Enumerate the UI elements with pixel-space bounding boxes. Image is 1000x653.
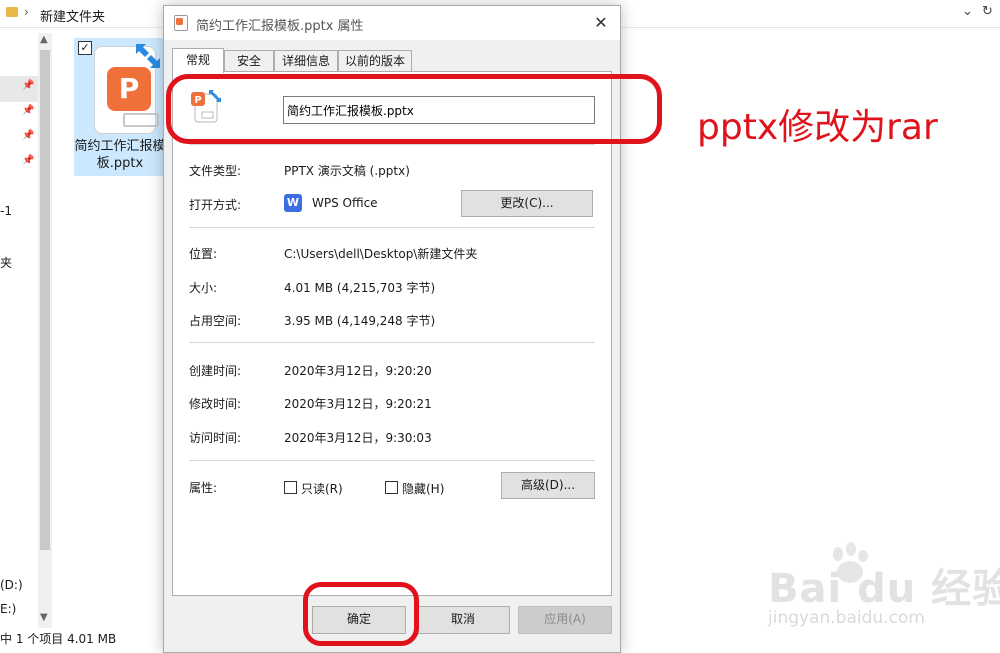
pin-icon: 📌 bbox=[22, 80, 35, 91]
close-icon[interactable]: ✕ bbox=[588, 11, 614, 35]
ok-button-highlight-annotation bbox=[303, 582, 419, 646]
pin-icon: 📌 bbox=[22, 155, 35, 166]
divider bbox=[189, 342, 595, 343]
refresh-icon[interactable]: ↻ bbox=[982, 4, 993, 19]
chevron-right-icon[interactable]: › bbox=[24, 5, 29, 19]
readonly-label[interactable]: 只读(R) bbox=[301, 480, 343, 497]
accessed-value: 2020年3月12日，9:30:03 bbox=[284, 431, 432, 445]
size-on-disk-value: 3.95 MB (4,149,248 字节) bbox=[284, 314, 436, 328]
tab-general[interactable]: 常规 bbox=[172, 48, 224, 73]
file-checkbox[interactable]: ✓ bbox=[78, 41, 92, 55]
ppt-logo-icon: P bbox=[107, 67, 151, 111]
pin-icon: 📌 bbox=[22, 130, 35, 141]
nav-item-1[interactable]: -1 bbox=[0, 204, 12, 218]
folder-icon bbox=[6, 7, 18, 17]
size-value: 4.01 MB (4,215,703 字节) bbox=[284, 281, 436, 295]
slide-icon bbox=[123, 113, 159, 127]
scrollbar-thumb[interactable] bbox=[40, 50, 50, 550]
watermark-url: jingyan.baidu.com bbox=[768, 608, 925, 628]
nav-item-drive-d[interactable]: (D:) bbox=[0, 578, 23, 592]
size-label: 大小: bbox=[189, 281, 218, 295]
apply-button[interactable]: 应用(A) bbox=[518, 606, 612, 634]
status-bar: 中 1 个项目 4.01 MB bbox=[0, 632, 117, 646]
modified-label: 修改时间: bbox=[189, 397, 242, 411]
scroll-down-icon[interactable]: ▼ bbox=[40, 612, 48, 623]
annotation-text: pptx修改为rar bbox=[697, 107, 938, 148]
advanced-button[interactable]: 高级(D)... bbox=[501, 472, 595, 499]
tab-details[interactable]: 详细信息 bbox=[274, 50, 338, 72]
open-with-label: 打开方式: bbox=[189, 198, 242, 212]
chevron-down-icon[interactable]: ⌄ bbox=[962, 4, 973, 19]
readonly-checkbox[interactable] bbox=[284, 481, 297, 494]
created-value: 2020年3月12日，9:20:20 bbox=[284, 364, 432, 378]
wps-office-icon: W bbox=[284, 194, 302, 212]
nav-item-drive-e[interactable]: E:) bbox=[0, 602, 16, 616]
hidden-label[interactable]: 隐藏(H) bbox=[402, 480, 444, 497]
filename-highlight-annotation bbox=[166, 74, 662, 144]
file-item-pptx[interactable]: ✓ P 简约工作汇报模 板.pptx bbox=[74, 38, 166, 176]
attributes-label: 属性: bbox=[189, 481, 218, 495]
pin-icon: 📌 bbox=[22, 105, 35, 116]
divider bbox=[189, 227, 595, 228]
file-type-label: 文件类型: bbox=[189, 164, 242, 178]
change-button[interactable]: 更改(C)... bbox=[461, 190, 593, 217]
divider bbox=[189, 460, 595, 461]
location-label: 位置: bbox=[189, 247, 218, 261]
tab-security[interactable]: 安全 bbox=[224, 50, 274, 72]
nav-item-2[interactable]: 夹 bbox=[0, 254, 12, 271]
file-type-value: PPTX 演示文稿 (.pptx) bbox=[284, 164, 410, 178]
watermark-logo: Bai du 经验 bbox=[768, 566, 1000, 612]
hidden-checkbox[interactable] bbox=[385, 481, 398, 494]
dialog-title: 简约工作汇报模板.pptx 属性 bbox=[196, 19, 364, 34]
created-label: 创建时间: bbox=[189, 364, 242, 378]
size-on-disk-label: 占用空间: bbox=[189, 314, 242, 328]
pptx-file-icon bbox=[174, 15, 188, 31]
modified-value: 2020年3月12日，9:20:21 bbox=[284, 397, 432, 411]
file-name-label: 简约工作汇报模 板.pptx bbox=[74, 139, 166, 171]
location-value: C:\Users\dell\Desktop\新建文件夹 bbox=[284, 247, 478, 261]
open-with-value: WPS Office bbox=[312, 196, 378, 210]
cancel-button[interactable]: 取消 bbox=[416, 606, 510, 634]
scroll-up-icon[interactable]: ▲ bbox=[40, 34, 48, 45]
general-tab-page: P 文件类型: PPTX 演示文稿 (.pptx) 打开方式: W WPS Of… bbox=[172, 71, 612, 596]
address-path[interactable]: 新建文件夹 bbox=[40, 6, 105, 25]
accessed-label: 访问时间: bbox=[189, 431, 242, 445]
tab-previous-versions[interactable]: 以前的版本 bbox=[338, 50, 412, 72]
shortcut-arrows-icon bbox=[136, 44, 160, 68]
divider bbox=[189, 144, 595, 145]
navigation-pane: 📌 📌 📌 📌 -1 夹 (D:) E:) bbox=[0, 28, 38, 628]
dialog-titlebar[interactable]: 简约工作汇报模板.pptx 属性 ✕ bbox=[164, 6, 620, 40]
